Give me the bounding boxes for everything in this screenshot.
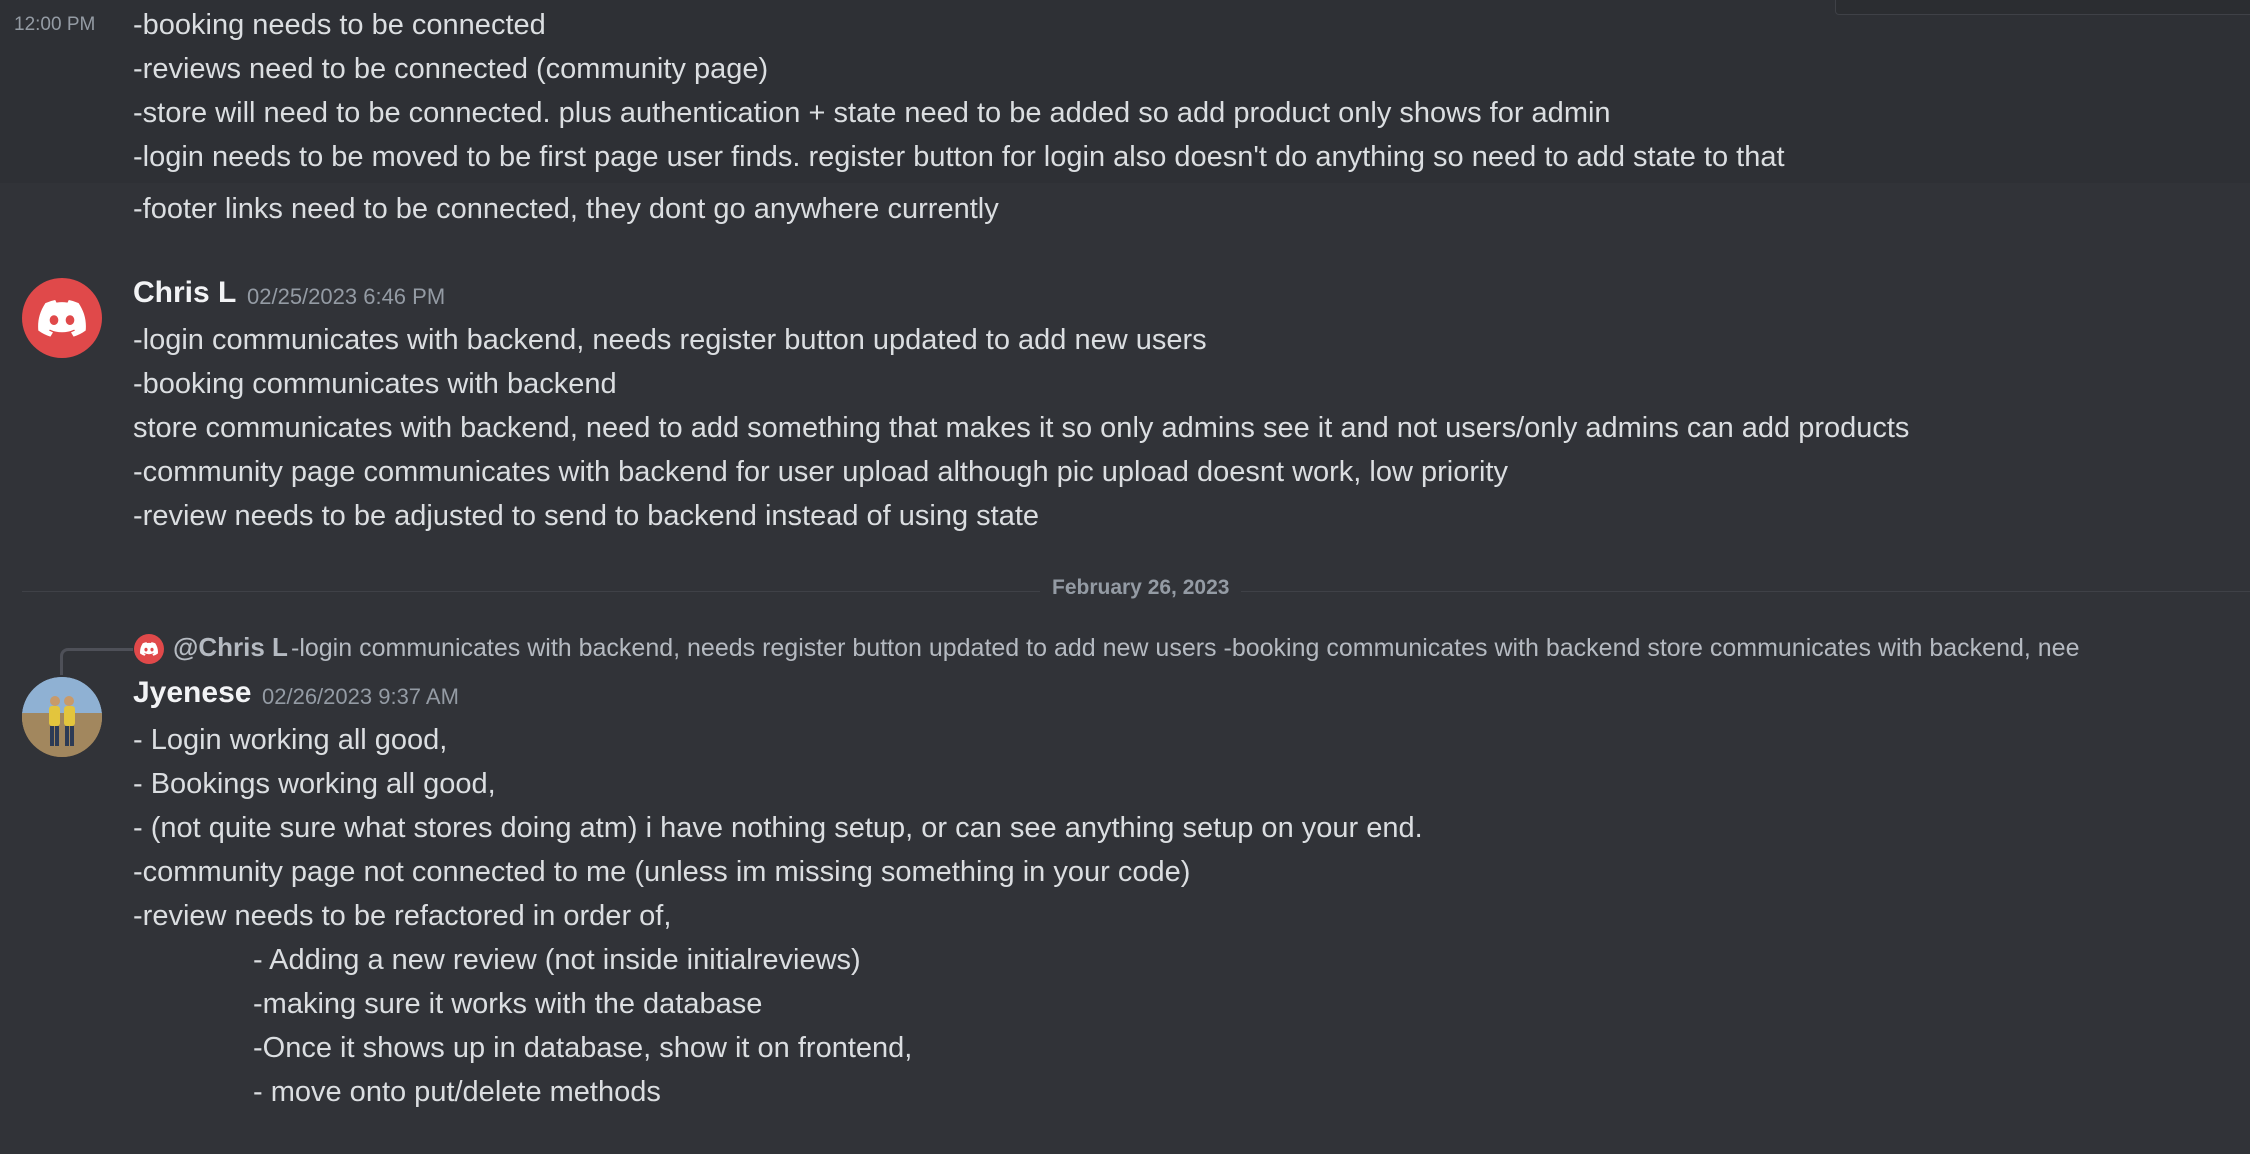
message-line: -reviews need to be connected (community… (133, 53, 769, 85)
message-line: -login communicates with backend, needs … (133, 324, 1207, 356)
message-line: - Bookings working all good, (133, 768, 496, 800)
message-line: -booking communicates with backend (133, 368, 617, 400)
discord-logo-icon (140, 642, 158, 656)
username[interactable]: Chris L (133, 276, 236, 310)
reply-mention[interactable]: @Chris L (173, 632, 288, 663)
date-divider: February 26, 2023 (1040, 576, 1242, 600)
message-line: -review needs to be adjusted to send to … (133, 500, 1040, 532)
avatar[interactable] (22, 278, 102, 358)
discord-logo-icon (38, 299, 86, 337)
message-line: -community page not connected to me (unl… (133, 856, 1191, 888)
message-line: -review needs to be refactored in order … (133, 900, 672, 932)
message-line: -community page communicates with backen… (133, 456, 1508, 488)
user-photo-icon (22, 677, 102, 757)
message-line: - Adding a new review (not inside initia… (253, 944, 861, 976)
message-line: - move onto put/delete methods (253, 1076, 661, 1108)
message-line: -Once it shows up in database, show it o… (253, 1032, 913, 1064)
username[interactable]: Jyenese (133, 676, 251, 710)
message-line: -booking needs to be connected (133, 9, 546, 41)
message-timestamp: 02/25/2023 6:46 PM (247, 284, 446, 309)
message-line: -login needs to be moved to be first pag… (133, 141, 1785, 173)
message-line: store communicates with backend, need to… (133, 412, 1910, 444)
message-toolbar[interactable] (1835, 0, 2250, 15)
message-line: - (not quite sure what stores doing atm)… (133, 812, 1423, 844)
avatar[interactable] (22, 677, 102, 757)
message-line: -making sure it works with the database (253, 988, 763, 1020)
message-line: -store will need to be connected. plus a… (133, 97, 1611, 129)
message-line: -footer links need to be connected, they… (133, 193, 999, 225)
message-timestamp: 12:00 PM (14, 14, 96, 35)
reply-spine (60, 648, 133, 675)
message-line: - Login working all good, (133, 724, 448, 756)
reply-preview[interactable]: -login communicates with backend, needs … (291, 634, 2250, 663)
message-timestamp: 02/26/2023 9:37 AM (262, 684, 459, 709)
reply-avatar[interactable] (134, 634, 164, 664)
